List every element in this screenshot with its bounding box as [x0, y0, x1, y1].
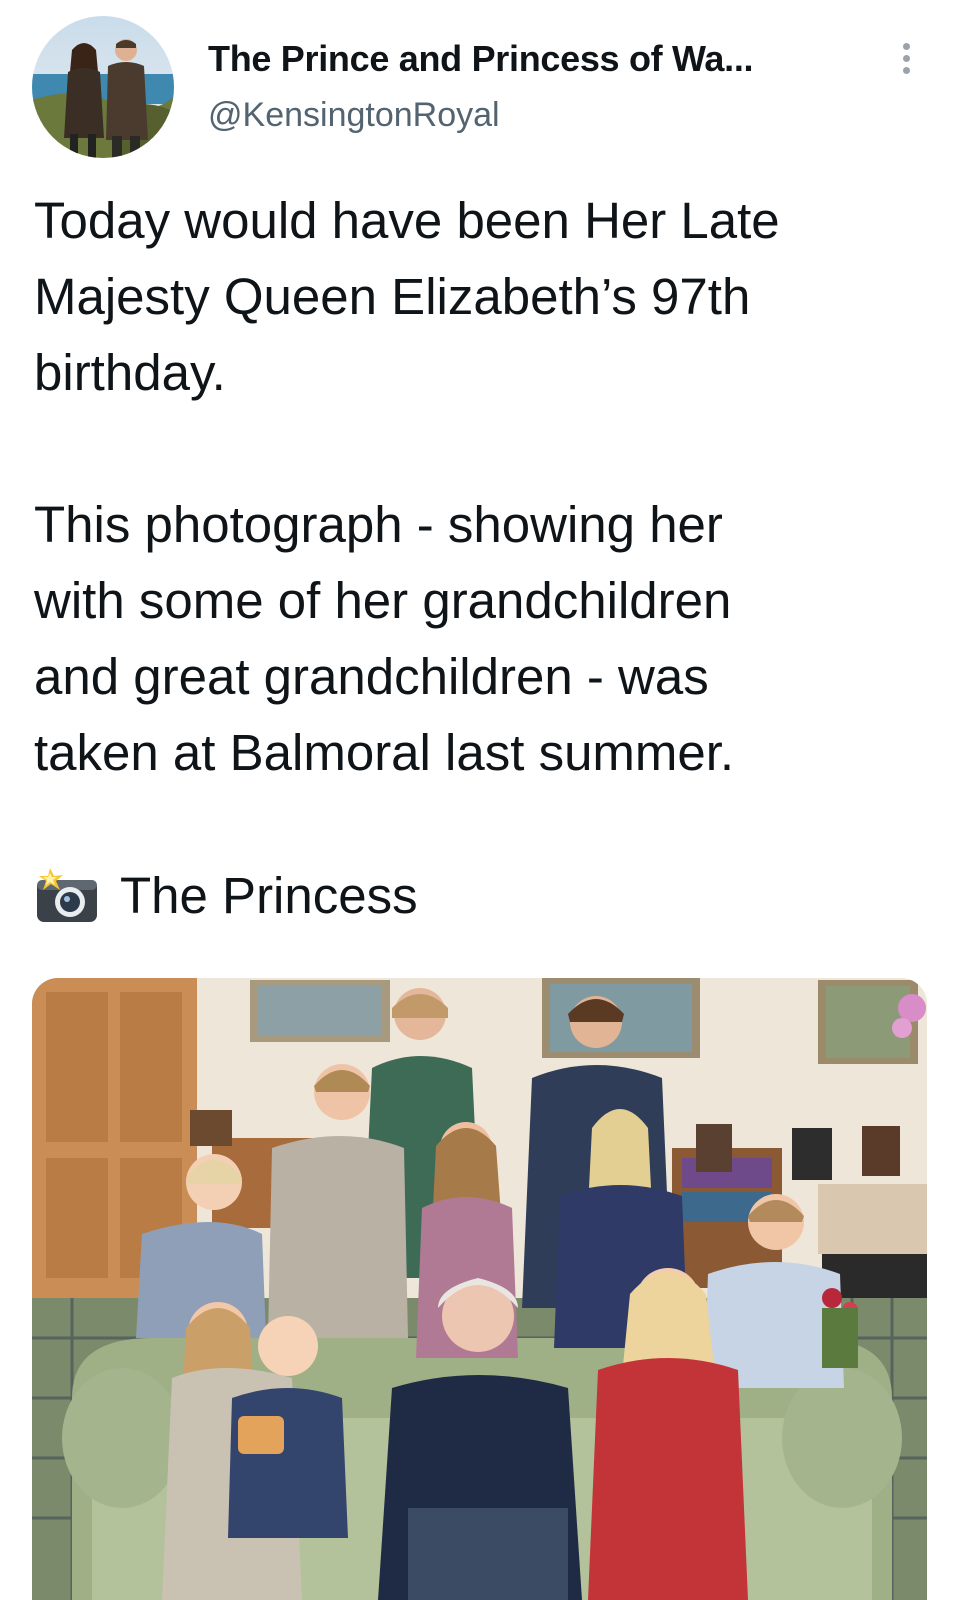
tweet-line: This photograph - showing her	[34, 496, 723, 553]
vertical-ellipsis-icon	[902, 42, 910, 50]
photo-credit-text: The Princess	[120, 867, 418, 924]
tweet-text: Today would have been Her Late Majesty Q…	[34, 183, 934, 867]
tweet-paragraph: Today would have been Her Late Majesty Q…	[34, 183, 934, 411]
more-options-button[interactable]	[888, 36, 924, 80]
tweet-line: Today would have been Her Late	[34, 192, 780, 249]
tweet-card[interactable]: The Prince and Princess of Wa... @Kensin…	[0, 0, 979, 1600]
author-display-name[interactable]: The Prince and Princess of Wa...	[208, 38, 754, 80]
tweet-line: with some of her grandchildren	[34, 572, 732, 629]
tweet-line: and great grandchildren - was	[34, 648, 709, 705]
tweet-line: Majesty Queen Elizabeth’s 97th	[34, 268, 751, 325]
vertical-ellipsis-icon-dot	[902, 54, 910, 62]
photo-credit: The Princess	[34, 858, 418, 934]
tweet-line: birthday.	[34, 344, 226, 401]
tweet-line: taken at Balmoral last summer.	[34, 724, 735, 781]
author-avatar[interactable]	[32, 16, 174, 158]
tweet-paragraph: This photograph - showing her with some …	[34, 487, 934, 791]
camera-with-flash-icon	[37, 868, 97, 922]
author-handle[interactable]: @KensingtonRoyal	[208, 96, 500, 135]
tweet-photo[interactable]	[32, 978, 927, 1600]
vertical-ellipsis-icon-dot	[902, 66, 910, 74]
